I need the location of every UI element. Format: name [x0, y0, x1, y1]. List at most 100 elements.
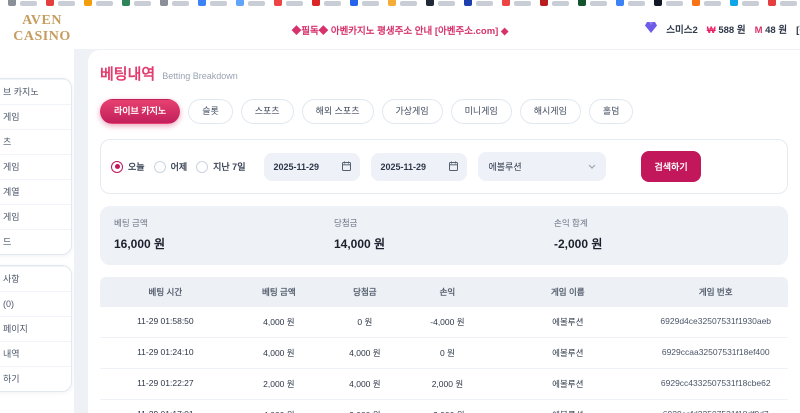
sidebar-menu-group-games: 브 카지노 게임 츠 게임 계열 게임 드: [0, 78, 72, 255]
sidebar-menu-item[interactable]: 게임: [0, 154, 71, 179]
bookmark-item[interactable]: [274, 0, 303, 6]
radio-circle-icon: [153, 160, 166, 173]
bookmark-item[interactable]: [388, 0, 417, 6]
date-from-value: 2025-11-29: [273, 161, 320, 172]
search-button[interactable]: 검색하기: [641, 151, 701, 182]
bookmark-label-stub: [552, 1, 569, 6]
summary-label: 손익 합계: [554, 218, 588, 228]
bookmark-item[interactable]: [426, 0, 455, 6]
summary-label: 당첨금: [334, 218, 358, 228]
bookmark-item[interactable]: [502, 0, 531, 6]
category-tab[interactable]: 해시게임: [519, 99, 581, 124]
bookmark-item[interactable]: [84, 0, 113, 6]
sidebar-menu-item[interactable]: 내역: [0, 341, 71, 366]
truncated-header-button[interactable]: [전: [796, 22, 800, 36]
bookmark-favicon-icon: [578, 0, 586, 6]
logo-line1: AVEN: [22, 13, 62, 28]
cell-profit-loss: -2,000 원: [403, 409, 492, 413]
username[interactable]: 스미스2: [666, 22, 698, 36]
bookmark-label-stub: [362, 1, 379, 6]
header-game-number: 게임 번호: [698, 287, 733, 297]
bookmark-item[interactable]: [464, 0, 493, 6]
sidebar-menu-item[interactable]: 브 카지노: [0, 79, 71, 104]
bookmark-favicon-icon: [312, 0, 320, 6]
sidebar-menu-item[interactable]: (0): [0, 291, 71, 316]
category-tab[interactable]: 슬롯: [188, 99, 233, 124]
bookmark-item[interactable]: [540, 0, 569, 6]
radio-circle-icon: [196, 160, 209, 173]
cell-bet-time: 11-29 01:17:01: [100, 409, 231, 413]
bookmark-favicon-icon: [160, 0, 168, 6]
bookmark-favicon-icon: [464, 0, 472, 6]
category-tab[interactable]: 스포츠: [240, 99, 294, 124]
sidebar-menu-item[interactable]: 사항: [0, 266, 71, 291]
table-row[interactable]: 11-29 01:17:01 4,000 원 2,000 원 -2,000 원 …: [100, 400, 788, 413]
bookmark-item[interactable]: [198, 0, 227, 6]
radio-circle-icon: [111, 160, 123, 173]
bookmark-label-stub: [780, 1, 797, 6]
sidebar-menu-item[interactable]: 게임: [0, 204, 71, 229]
gem-icon: [645, 22, 658, 36]
cell-game-name: 에볼루션: [552, 379, 584, 389]
cell-bet-amount: 4,000 원: [231, 409, 327, 413]
bookmark-item[interactable]: [692, 0, 721, 6]
bookmark-favicon-icon: [350, 0, 358, 6]
cell-win-amount: 2,000 원: [327, 409, 403, 413]
cell-win-amount: 4,000 원: [349, 348, 381, 358]
bookmark-item[interactable]: [160, 0, 189, 6]
category-tab[interactable]: 해외 스포츠: [301, 99, 374, 124]
sidebar-menu-item[interactable]: 드: [0, 229, 71, 254]
sidebar-menu-item[interactable]: 하기: [0, 366, 71, 391]
summary-item: 당첨금 14,000 원: [334, 217, 554, 252]
bookmark-item[interactable]: [350, 0, 379, 6]
header-profit-loss: 손익: [439, 287, 456, 297]
cell-game-number: 6929cc4332507531f18cbe62: [660, 378, 771, 388]
point-balance: M 48 원: [755, 22, 788, 36]
bookmark-item[interactable]: [768, 0, 797, 6]
calendar-icon: [342, 161, 352, 173]
date-from-input[interactable]: 2025-11-29: [264, 152, 361, 181]
bookmark-item[interactable]: [236, 0, 265, 6]
bookmark-favicon-icon: [768, 0, 776, 6]
cell-bet-amount: 4,000 원: [263, 348, 295, 358]
logo-line2: CASINO: [13, 29, 71, 44]
bookmark-label-stub: [324, 1, 341, 6]
bookmark-item[interactable]: [616, 0, 645, 6]
bookmark-favicon-icon: [692, 0, 700, 6]
sidebar-menu-item[interactable]: 계열: [0, 179, 71, 204]
site-notice-marquee[interactable]: ◆필독◆ 아벤카지노 평생주소 안내 [아벤주소.com] ◆: [292, 23, 509, 37]
category-tab[interactable]: 라이브 카지노: [100, 99, 181, 124]
bookmark-favicon-icon: [426, 0, 434, 6]
date-to-input[interactable]: 2025-11-29: [371, 152, 468, 181]
bookmark-favicon-icon: [730, 0, 738, 6]
cell-bet-time: 11-29 01:22:27: [137, 378, 194, 388]
bookmark-label-stub: [666, 1, 683, 6]
date-range-radio[interactable]: 오늘: [111, 160, 145, 173]
sidebar-menu-item[interactable]: 게임: [0, 104, 71, 129]
user-info: 스미스2 ₩ 588 원 M 48 원 [전: [645, 22, 800, 36]
bookmark-item[interactable]: [578, 0, 607, 6]
category-tab[interactable]: 홀덤: [588, 99, 634, 124]
table-row[interactable]: 11-29 01:22:27 2,000 원 4,000 원 2,000 원 에…: [100, 369, 788, 400]
date-range-radio[interactable]: 지난 7일: [196, 160, 245, 173]
bookmark-item[interactable]: [8, 0, 37, 6]
sidebar-menu-item[interactable]: 츠: [0, 129, 71, 154]
main-content: 베팅내역 Betting Breakdown 라이브 카지노 슬롯 스포츠 해외…: [88, 50, 800, 413]
date-range-radio[interactable]: 어제: [153, 160, 187, 173]
bookmark-favicon-icon: [236, 0, 244, 6]
bookmark-item[interactable]: [122, 0, 151, 6]
sidebar-menu-item[interactable]: 페이지: [0, 316, 71, 341]
bookmark-item[interactable]: [46, 0, 75, 6]
provider-select[interactable]: 에볼루션: [478, 152, 607, 181]
table-row[interactable]: 11-29 01:24:10 4,000 원 4,000 원 0 원 에볼루션 …: [100, 338, 788, 369]
bookmark-label-stub: [438, 1, 455, 6]
table-row[interactable]: 11-29 01:58:50 4,000 원 0 원 -4,000 원 에볼루션…: [100, 307, 788, 338]
category-tab[interactable]: 가상게임: [381, 99, 443, 124]
date-to-value: 2025-11-29: [380, 161, 427, 172]
bookmark-item[interactable]: [654, 0, 683, 6]
category-tab[interactable]: 미니게임: [450, 99, 512, 124]
casino-logo[interactable]: AVEN CASINO: [0, 13, 84, 45]
bookmark-item[interactable]: [730, 0, 759, 6]
bookmark-label-stub: [590, 1, 607, 6]
bookmark-item[interactable]: [312, 0, 341, 6]
